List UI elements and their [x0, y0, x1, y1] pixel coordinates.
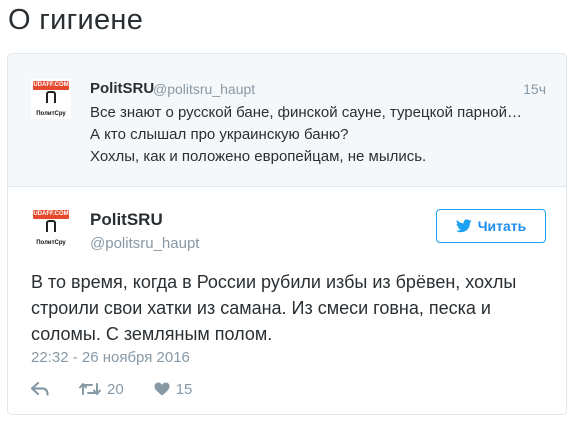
- like-button[interactable]: 15: [154, 380, 193, 398]
- reply-button[interactable]: [31, 382, 49, 396]
- like-count: 15: [175, 380, 193, 398]
- embedded-tweet-card: UDAFF.COM ПолитСру PolitSRU @politsru_ha…: [7, 53, 567, 415]
- reply-icon: [31, 382, 49, 396]
- author-avatar[interactable]: UDAFF.COM ПолитСру: [31, 208, 71, 248]
- fist-icon: [46, 220, 56, 232]
- heart-icon: [154, 382, 170, 396]
- tweet-text-line: В то время, когда в России рубили избы и…: [31, 272, 517, 292]
- avatar-badge: UDAFF.COM: [33, 210, 69, 219]
- twitter-bird-icon: [455, 219, 472, 233]
- tweet-text: В то время, когда в России рубили избы и…: [31, 269, 551, 347]
- quoted-tweet[interactable]: UDAFF.COM ПолитСру PolitSRU @politsru_ha…: [8, 54, 566, 187]
- retweet-count: 20: [107, 380, 124, 398]
- avatar-brand: ПолитСру: [36, 240, 66, 246]
- tweet-date[interactable]: 22:32 - 26 ноября 2016: [31, 349, 190, 366]
- page-title: О гигиене: [8, 4, 144, 36]
- follow-button-label: Читать: [477, 218, 527, 234]
- author-handle[interactable]: @politsru_haupt: [90, 235, 199, 252]
- avatar-badge: UDAFF.COM: [33, 81, 69, 90]
- follow-button[interactable]: Читать: [436, 209, 546, 243]
- quoted-author-name[interactable]: PolitSRU: [90, 80, 154, 97]
- quoted-tweet-text: Все знают о русской бане, финской сауне,…: [90, 102, 560, 168]
- author-name[interactable]: PolitSRU: [90, 210, 163, 230]
- tweet-text-line: строили свои хатки из самана. Из смеси г…: [31, 298, 491, 318]
- quoted-author-handle[interactable]: @politsru_haupt: [153, 81, 255, 97]
- avatar-brand: ПолитСру: [36, 111, 66, 117]
- retweet-icon: [79, 383, 101, 395]
- retweet-button[interactable]: 20: [79, 381, 124, 398]
- quoted-timestamp[interactable]: 15ч: [523, 81, 546, 97]
- quoted-avatar[interactable]: UDAFF.COM ПолитСру: [31, 79, 71, 119]
- tweet-text-line: соломы. С земляным полом.: [31, 324, 273, 344]
- fist-icon: [46, 91, 56, 103]
- quoted-text-line: А кто слышал про украинскую баню?: [90, 126, 349, 143]
- tweet-actions: 20 15: [31, 379, 192, 399]
- quoted-text-line: Все знают о русской бане, финской сауне,…: [90, 104, 522, 121]
- quoted-text-line: Хохлы, как и положено европейцам, не мыл…: [90, 148, 427, 165]
